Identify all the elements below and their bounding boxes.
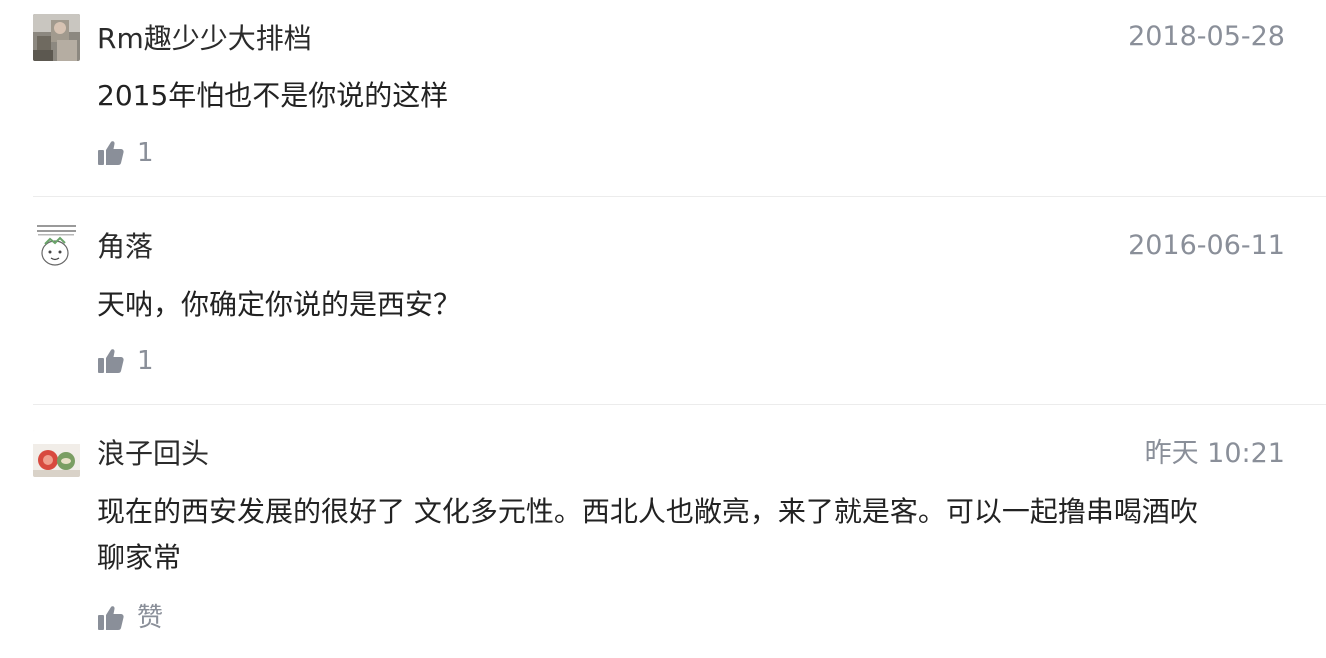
comment-text-line: 现在的西安发展的很好了 文化多元性。西北人也敞亮，来了就是客。可以一起撸串喝酒吹 (97, 495, 1198, 528)
comment-list: Rm趣少少大排档 2018-05-28 2015年怕也不是你说的这样 1 角落 … (0, 0, 1326, 658)
avatar[interactable] (33, 430, 80, 477)
like-button[interactable]: 1 (97, 137, 154, 169)
username[interactable]: 角落 (97, 229, 153, 265)
username[interactable]: 浪子回头 (97, 436, 209, 472)
thumbs-up-icon (97, 347, 125, 375)
avatar[interactable] (33, 14, 80, 61)
thumbs-up-icon (97, 139, 125, 167)
comment-date: 昨天 10:21 (1144, 438, 1285, 469)
like-count: 1 (137, 138, 154, 168)
like-button[interactable]: 赞 (97, 602, 163, 634)
like-count: 1 (137, 346, 154, 376)
comment-item: 角落 2016-06-11 天呐，你确定你说的是西安？ 1 (0, 197, 1326, 405)
comment-item: Rm趣少少大排档 2018-05-28 2015年怕也不是你说的这样 1 (0, 0, 1326, 196)
comment-text: 2015年怕也不是你说的这样 (97, 79, 449, 112)
thumbs-up-icon (97, 604, 125, 632)
comment-item: 浪子回头 昨天 10:21 现在的西安发展的很好了 文化多元性。西北人也敞亮，来… (0, 405, 1326, 658)
comment-text-line: 聊家常 (97, 541, 182, 574)
like-label: 赞 (137, 603, 164, 633)
like-button[interactable]: 1 (97, 345, 154, 377)
avatar[interactable] (33, 222, 80, 269)
comment-date: 2016-06-11 (1128, 230, 1285, 261)
username[interactable]: Rm趣少少大排档 (97, 21, 312, 57)
comment-text: 天呐，你确定你说的是西安？ (97, 288, 462, 321)
comment-date: 2018-05-28 (1128, 21, 1285, 52)
comment-text: 现在的西安发展的很好了 文化多元性。西北人也敞亮，来了就是客。可以一起撸串喝酒吹… (97, 489, 1287, 581)
